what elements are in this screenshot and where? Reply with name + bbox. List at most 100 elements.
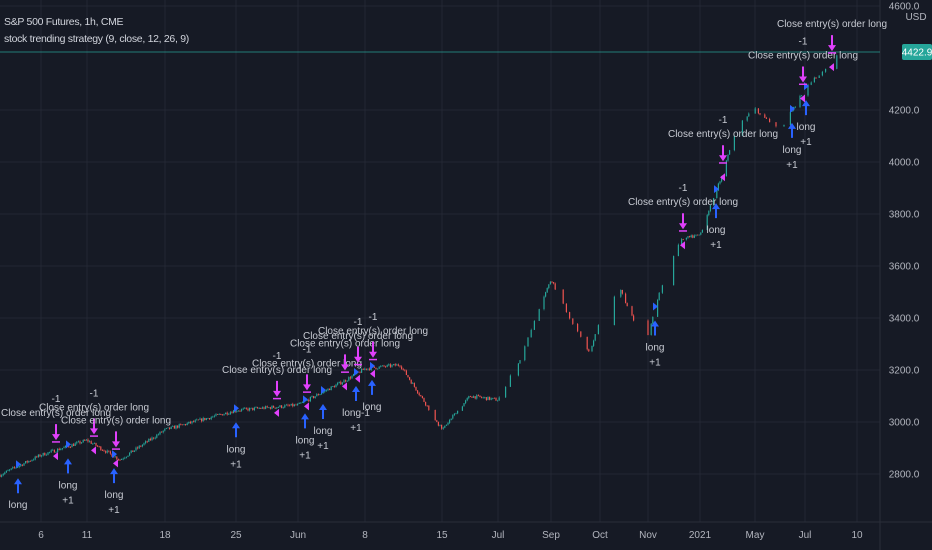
candle-body <box>463 403 465 407</box>
chart-root: 2800.0 3000.0 3200.0 3400.0 3600.0 3800.0 4000… <box>0 0 932 550</box>
candle-body <box>44 452 46 456</box>
candle-body <box>37 454 39 458</box>
candle-body <box>447 422 449 425</box>
candle-body <box>28 460 30 463</box>
candle-body <box>290 403 292 406</box>
candle-body <box>260 408 262 410</box>
candle-body <box>818 75 820 78</box>
candle-body <box>41 455 43 457</box>
candle-body <box>34 456 36 460</box>
entry-label: long <box>105 490 124 501</box>
candle-body <box>161 431 163 433</box>
candle-body <box>228 413 230 415</box>
candle-body <box>183 424 185 425</box>
candle-body <box>114 456 116 458</box>
strategy-title[interactable]: stock trending strategy (9, close, 12, 2… <box>4 31 189 48</box>
candle-body <box>498 397 500 401</box>
candle-body <box>1 475 3 477</box>
y-tick-label: 4000.0 <box>889 158 920 169</box>
candle-body <box>189 421 191 424</box>
candle-body <box>289 405 291 407</box>
candle-body <box>55 452 57 453</box>
candle-body <box>199 418 201 420</box>
candle-body <box>90 441 92 444</box>
candle-body <box>314 396 316 399</box>
candle-body <box>497 400 499 402</box>
candle-body <box>313 396 315 399</box>
candle-body <box>381 365 383 367</box>
entry-label: long <box>646 342 665 353</box>
candle-body <box>548 284 550 289</box>
candle-body <box>212 416 214 418</box>
candle-body <box>106 450 108 453</box>
candle-body <box>25 461 27 464</box>
candle-body <box>815 77 817 79</box>
candle-body <box>727 154 729 161</box>
candle-body <box>652 316 654 324</box>
candle-body <box>274 407 276 409</box>
candle-body <box>93 442 95 444</box>
candle-body <box>26 461 28 463</box>
candle-body <box>209 418 211 420</box>
symbol-title[interactable]: S&P 500 Futures, 1h, CME <box>4 14 189 31</box>
candle-body <box>98 446 100 448</box>
entry-marker-icon <box>303 395 308 404</box>
candle-body <box>351 375 353 379</box>
x-tick-label: 15 <box>436 530 448 541</box>
candle-body <box>685 237 687 240</box>
candle-body <box>588 349 590 352</box>
candle-body <box>746 116 748 121</box>
candle-body <box>701 230 703 233</box>
candle-body <box>748 113 750 117</box>
candle-body <box>300 402 302 404</box>
candle-body <box>29 460 31 462</box>
candle-body <box>250 407 252 409</box>
candle-body <box>476 395 478 399</box>
arrow-down-icon <box>303 374 311 391</box>
candle-body <box>257 407 259 409</box>
candle-body <box>279 405 281 408</box>
candle-body <box>119 459 121 461</box>
price-chart[interactable]: 2800.0 3000.0 3200.0 3400.0 3600.0 3800.0 4000… <box>0 0 932 550</box>
candle-body <box>439 424 441 426</box>
currency-label: USD <box>905 12 926 23</box>
candle-body <box>417 390 419 394</box>
exit-bar <box>90 435 98 437</box>
candle-body <box>85 439 87 441</box>
candle-body <box>397 364 399 366</box>
x-tick-label: 25 <box>230 530 242 541</box>
candle-body <box>487 396 489 401</box>
entry-label: long <box>227 444 246 455</box>
exit-marker-icon <box>720 173 725 182</box>
arrow-down-icon <box>679 213 687 230</box>
candle-body <box>129 452 131 456</box>
exit-bar <box>52 441 60 443</box>
exit-bar <box>799 83 807 86</box>
candle-body <box>759 113 761 115</box>
candle-body <box>97 445 99 447</box>
candle-body <box>164 428 166 431</box>
entry-marker-icon <box>370 361 375 370</box>
candle-body <box>554 283 556 290</box>
candle-body <box>794 106 796 108</box>
arrow-up-icon <box>319 403 327 419</box>
candle-body <box>282 407 284 409</box>
candle-body <box>218 414 220 415</box>
entry-label: long <box>363 402 382 413</box>
candle-body <box>261 407 263 409</box>
candle-body <box>428 405 430 410</box>
exit-bar <box>303 391 311 393</box>
candle-body <box>68 446 70 448</box>
arrow-down-icon <box>799 66 807 83</box>
x-tick-label: Sep <box>542 530 560 541</box>
y-tick-label: 3800.0 <box>889 210 920 221</box>
candle-body <box>50 450 52 452</box>
entry-label: long <box>296 435 315 446</box>
candle-body <box>545 292 547 297</box>
candle-body <box>172 426 174 427</box>
candle-body <box>633 315 635 321</box>
candle-body <box>810 82 812 85</box>
candle-body <box>474 396 476 399</box>
candle-body <box>61 448 63 450</box>
candle-body <box>437 421 439 426</box>
